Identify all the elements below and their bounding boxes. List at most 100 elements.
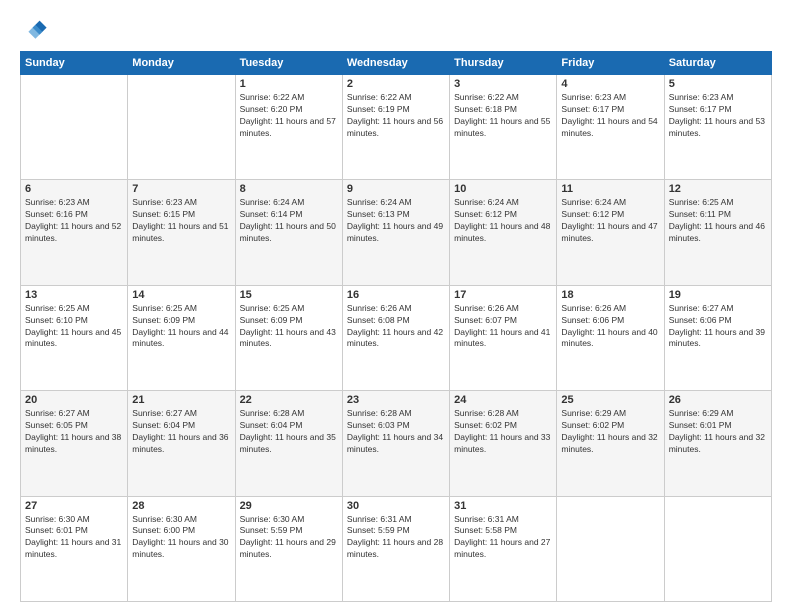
calendar-cell: 31 Sunrise: 6:31 AM Sunset: 5:58 PM Dayli…: [450, 496, 557, 601]
calendar-cell: 23Sunrise: 6:28 AM Sunset: 6:03 PM Dayli…: [342, 391, 449, 496]
calendar-header-row: SundayMondayTuesdayWednesdayThursdayFrid…: [21, 52, 772, 75]
day-info: Sunrise: 6:30 AM Sunset: 6:01 PM Dayligh…: [25, 514, 123, 562]
calendar-cell: 28Sunrise: 6:30 AM Sunset: 6:00 PM Dayli…: [128, 496, 235, 601]
calendar-cell: 22 Sunrise: 6:28 AM Sunset: 6:04 PM Dayli…: [235, 391, 342, 496]
calendar-cell: 27Sunrise: 6:30 AM Sunset: 6:01 PM Dayli…: [21, 496, 128, 601]
day-info: Sunrise: 6:26 AM Sunset: 6:06 PM Dayligh…: [561, 303, 659, 351]
calendar-week-row: 1 Sunrise: 6:22 AM Sunset: 6:20 PM Daylig…: [21, 75, 772, 180]
calendar-cell: 9Sunrise: 6:24 AM Sunset: 6:13 PM Daylig…: [342, 180, 449, 285]
calendar-cell: 14 Sunrise: 6:25 AM Sunset: 6:09 PM Dayli…: [128, 285, 235, 390]
day-number: 22: [240, 394, 338, 406]
calendar-cell: 26 Sunrise: 6:29 AM Sunset: 6:01 PM Dayli…: [664, 391, 771, 496]
day-info: Sunrise: 6:27 AM Sunset: 6:06 PM Dayligh…: [669, 303, 767, 351]
calendar-cell: 15Sunrise: 6:25 AM Sunset: 6:09 PM Dayli…: [235, 285, 342, 390]
calendar-cell: 4 Sunrise: 6:23 AM Sunset: 6:17 PM Daylig…: [557, 75, 664, 180]
day-info: Sunrise: 6:26 AM Sunset: 6:07 PM Dayligh…: [454, 303, 552, 351]
calendar-cell: 12 Sunrise: 6:25 AM Sunset: 6:11 PM Dayli…: [664, 180, 771, 285]
calendar-cell: 20 Sunrise: 6:27 AM Sunset: 6:05 PM Dayli…: [21, 391, 128, 496]
calendar-cell: 5 Sunrise: 6:23 AM Sunset: 6:17 PM Daylig…: [664, 75, 771, 180]
calendar-week-row: 20 Sunrise: 6:27 AM Sunset: 6:05 PM Dayli…: [21, 391, 772, 496]
calendar-cell: 21Sunrise: 6:27 AM Sunset: 6:04 PM Dayli…: [128, 391, 235, 496]
day-number: 30: [347, 500, 445, 512]
day-number: 12: [669, 183, 767, 195]
day-info: Sunrise: 6:24 AM Sunset: 6:14 PM Dayligh…: [240, 197, 338, 245]
day-info: Sunrise: 6:23 AM Sunset: 6:17 PM Dayligh…: [561, 92, 659, 140]
day-info: Sunrise: 6:29 AM Sunset: 6:01 PM Dayligh…: [669, 408, 767, 456]
day-info: Sunrise: 6:23 AM Sunset: 6:16 PM Dayligh…: [25, 197, 123, 245]
day-number: 26: [669, 394, 767, 406]
calendar-cell: 16 Sunrise: 6:26 AM Sunset: 6:08 PM Dayli…: [342, 285, 449, 390]
weekday-header: Wednesday: [342, 52, 449, 75]
calendar-cell: 17 Sunrise: 6:26 AM Sunset: 6:07 PM Dayli…: [450, 285, 557, 390]
calendar-cell: 19 Sunrise: 6:27 AM Sunset: 6:06 PM Dayli…: [664, 285, 771, 390]
day-info: Sunrise: 6:25 AM Sunset: 6:11 PM Dayligh…: [669, 197, 767, 245]
day-info: Sunrise: 6:25 AM Sunset: 6:09 PM Dayligh…: [132, 303, 230, 351]
day-info: Sunrise: 6:23 AM Sunset: 6:17 PM Dayligh…: [669, 92, 767, 140]
calendar-cell: [664, 496, 771, 601]
calendar-cell: 7 Sunrise: 6:23 AM Sunset: 6:15 PM Daylig…: [128, 180, 235, 285]
weekday-header: Friday: [557, 52, 664, 75]
calendar-cell: [557, 496, 664, 601]
weekday-header: Sunday: [21, 52, 128, 75]
day-number: 16: [347, 289, 445, 301]
day-info: Sunrise: 6:28 AM Sunset: 6:02 PM Dayligh…: [454, 408, 552, 456]
day-info: Sunrise: 6:22 AM Sunset: 6:19 PM Dayligh…: [347, 92, 445, 140]
weekday-header: Saturday: [664, 52, 771, 75]
day-info: Sunrise: 6:29 AM Sunset: 6:02 PM Dayligh…: [561, 408, 659, 456]
day-info: Sunrise: 6:25 AM Sunset: 6:10 PM Dayligh…: [25, 303, 123, 351]
calendar-week-row: 13 Sunrise: 6:25 AM Sunset: 6:10 PM Dayli…: [21, 285, 772, 390]
day-number: 14: [132, 289, 230, 301]
day-number: 17: [454, 289, 552, 301]
weekday-header: Monday: [128, 52, 235, 75]
calendar-cell: 3 Sunrise: 6:22 AM Sunset: 6:18 PM Daylig…: [450, 75, 557, 180]
calendar-cell: 10Sunrise: 6:24 AM Sunset: 6:12 PM Dayli…: [450, 180, 557, 285]
day-info: Sunrise: 6:26 AM Sunset: 6:08 PM Dayligh…: [347, 303, 445, 351]
day-number: 9: [347, 183, 445, 195]
day-number: 10: [454, 183, 552, 195]
logo-icon: [20, 15, 48, 43]
day-number: 19: [669, 289, 767, 301]
weekday-header: Tuesday: [235, 52, 342, 75]
page: SundayMondayTuesdayWednesdayThursdayFrid…: [0, 0, 792, 612]
day-info: Sunrise: 6:22 AM Sunset: 6:20 PM Dayligh…: [240, 92, 338, 140]
calendar-table: SundayMondayTuesdayWednesdayThursdayFrid…: [20, 51, 772, 602]
day-info: Sunrise: 6:25 AM Sunset: 6:09 PM Dayligh…: [240, 303, 338, 351]
day-info: Sunrise: 6:30 AM Sunset: 5:59 PM Dayligh…: [240, 514, 338, 562]
day-number: 2: [347, 78, 445, 90]
day-number: 7: [132, 183, 230, 195]
calendar-cell: 25 Sunrise: 6:29 AM Sunset: 6:02 PM Dayli…: [557, 391, 664, 496]
day-number: 25: [561, 394, 659, 406]
weekday-header: Thursday: [450, 52, 557, 75]
day-number: 1: [240, 78, 338, 90]
logo: [20, 15, 52, 43]
day-number: 5: [669, 78, 767, 90]
day-info: Sunrise: 6:31 AM Sunset: 5:58 PM Dayligh…: [454, 514, 552, 562]
calendar-cell: 24 Sunrise: 6:28 AM Sunset: 6:02 PM Dayli…: [450, 391, 557, 496]
header: [20, 15, 772, 43]
calendar-cell: 11Sunrise: 6:24 AM Sunset: 6:12 PM Dayli…: [557, 180, 664, 285]
day-info: Sunrise: 6:22 AM Sunset: 6:18 PM Dayligh…: [454, 92, 552, 140]
day-number: 4: [561, 78, 659, 90]
day-number: 23: [347, 394, 445, 406]
day-number: 13: [25, 289, 123, 301]
day-number: 28: [132, 500, 230, 512]
day-info: Sunrise: 6:27 AM Sunset: 6:05 PM Dayligh…: [25, 408, 123, 456]
calendar-cell: 30 Sunrise: 6:31 AM Sunset: 5:59 PM Dayli…: [342, 496, 449, 601]
day-info: Sunrise: 6:23 AM Sunset: 6:15 PM Dayligh…: [132, 197, 230, 245]
day-number: 29: [240, 500, 338, 512]
calendar-cell: 2 Sunrise: 6:22 AM Sunset: 6:19 PM Daylig…: [342, 75, 449, 180]
calendar-cell: 13 Sunrise: 6:25 AM Sunset: 6:10 PM Dayli…: [21, 285, 128, 390]
day-number: 24: [454, 394, 552, 406]
day-number: 3: [454, 78, 552, 90]
day-number: 18: [561, 289, 659, 301]
calendar-week-row: 6 Sunrise: 6:23 AM Sunset: 6:16 PM Daylig…: [21, 180, 772, 285]
day-number: 6: [25, 183, 123, 195]
day-info: Sunrise: 6:31 AM Sunset: 5:59 PM Dayligh…: [347, 514, 445, 562]
day-number: 8: [240, 183, 338, 195]
day-number: 31: [454, 500, 552, 512]
calendar-cell: 8 Sunrise: 6:24 AM Sunset: 6:14 PM Daylig…: [235, 180, 342, 285]
calendar-cell: 18 Sunrise: 6:26 AM Sunset: 6:06 PM Dayli…: [557, 285, 664, 390]
calendar-cell: 29 Sunrise: 6:30 AM Sunset: 5:59 PM Dayli…: [235, 496, 342, 601]
day-info: Sunrise: 6:28 AM Sunset: 6:04 PM Dayligh…: [240, 408, 338, 456]
day-number: 20: [25, 394, 123, 406]
